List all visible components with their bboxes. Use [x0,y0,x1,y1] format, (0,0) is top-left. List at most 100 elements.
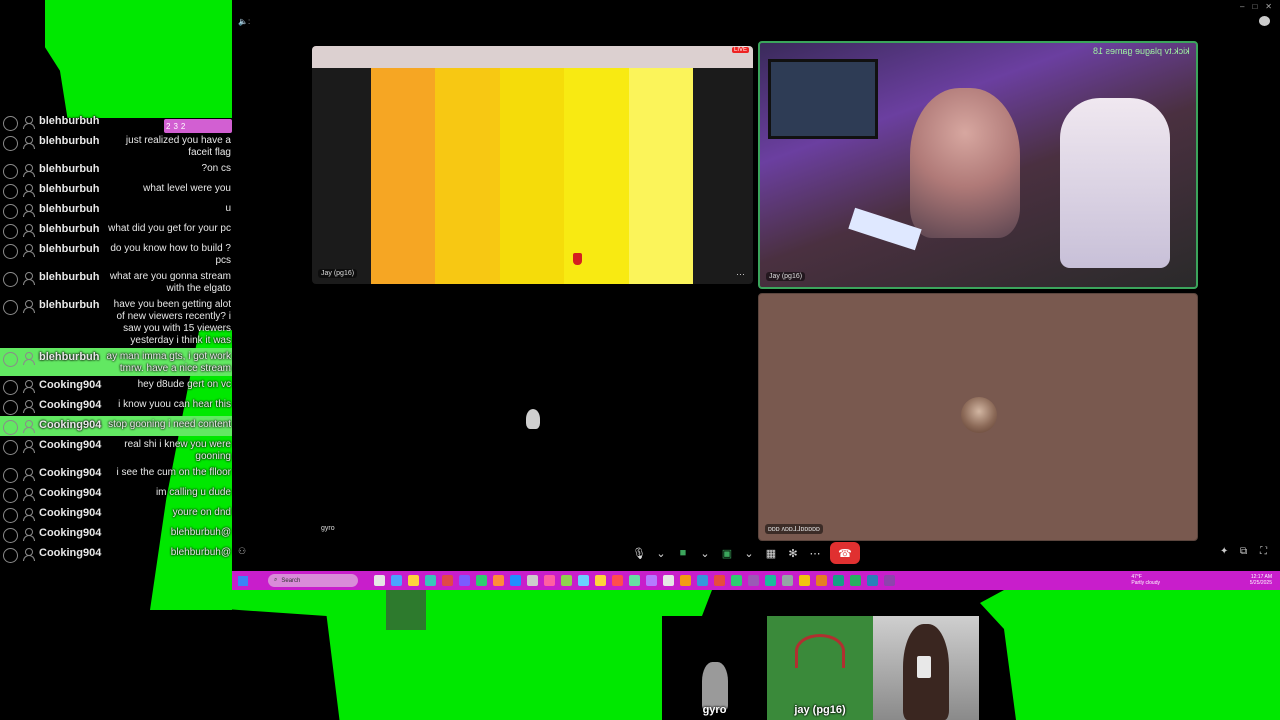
search-placeholder: Search [281,577,301,584]
chat-message: blehburbuh just realized you have a facei… [0,132,232,160]
taskbar-app-icon[interactable] [748,575,759,586]
chevron-down-icon[interactable]: ⌄ [742,546,756,560]
user-icon [23,420,35,433]
taskbar-app-icon[interactable] [544,575,555,586]
taskbar-app-icon[interactable] [782,575,793,586]
speaker-icon[interactable]: 🔈: [238,17,250,26]
taskbar-app-icon[interactable] [391,575,402,586]
more-options-icon[interactable]: ⋯ [736,269,745,280]
chevron-down-icon[interactable]: ⌄ [654,546,668,560]
camera-icon[interactable]: ■ [676,546,690,560]
chat-username: Cooking904 [39,547,102,559]
close-icon[interactable]: ✕ [1265,2,1272,11]
user-icon [23,400,35,413]
chat-message: Cooking904 blehburbuh@ [0,524,232,544]
taskbar-app-icon[interactable] [476,575,487,586]
hang-up-button[interactable]: ☎ [830,542,860,564]
chat-text: do you know how to build ?pcs [110,243,231,266]
activity-icon[interactable]: ⚇ [238,546,246,557]
taskbar-app-icon[interactable] [833,575,844,586]
badge-icon [3,548,18,563]
taskbar-app-icon[interactable] [731,575,742,586]
badge-icon [3,528,18,543]
fullscreen-icon[interactable]: ⛶ [1260,546,1267,557]
taskbar-app-icon[interactable] [799,575,810,586]
taskbar-app-icon[interactable] [408,575,419,586]
tile-label: Jay (pg16) [766,272,806,281]
badge-icon [3,136,18,151]
clock[interactable]: 12:17 AM 5/25/2025 [1250,574,1272,586]
activities-icon[interactable]: ▦ [764,546,778,560]
minimize-icon[interactable]: – [1240,2,1244,11]
taskbar-app-icon[interactable] [527,575,538,586]
microphone-icon[interactable]: 🎙 [632,546,646,560]
chat-username: blehburbuh [39,223,100,235]
avatar-tile[interactable]: ᴅᴅᴅ ᴧᴅᴅ⅃⅃ᴅᴅᴅᴅᴅ [758,293,1198,541]
user-icon [23,300,35,313]
taskbar-app-icon[interactable] [374,575,385,586]
taskbar-app-icon[interactable] [714,575,725,586]
user-icon [23,380,35,393]
taskbar-app-icon[interactable] [595,575,606,586]
taskbar-app-icon[interactable] [612,575,623,586]
taskbar-search[interactable]: ⌕ Search [268,574,358,587]
chat-message: blehburbuh what did you get for your pc [0,220,232,240]
chat-text: hey d8ude gert on vc [137,379,231,390]
start-icon[interactable] [238,575,248,586]
color-stripe [564,68,629,284]
chat-username: blehburbuh [39,271,100,283]
taskbar-app-icon[interactable] [884,575,895,586]
taskbar-app-icon[interactable] [850,575,861,586]
user-icon [23,272,35,285]
popout-icon[interactable]: ⧉ [1240,546,1247,557]
user-icon [23,164,35,177]
screen-share-icon[interactable]: ▣ [720,546,734,560]
taskbar-app-icon[interactable] [425,575,436,586]
chat-text: ?on cs [201,163,231,174]
screen-share-tile[interactable]: LIVE Jay (pg16) ⋯ [312,46,753,284]
taskbar-app-icon[interactable] [510,575,521,586]
chat-username: blehburbuh [39,115,100,127]
chat-overlay: blehburbuh blehburbuh just realized you ha… [0,112,232,564]
chevron-down-icon[interactable]: ⌄ [698,546,712,560]
search-icon: ⌕ [274,577,278,583]
weather-widget[interactable]: 47°F Partly cloudy [1131,574,1160,586]
pin-icon[interactable]: ✦ [1220,546,1228,557]
color-stripe [371,68,436,284]
webcam-person [910,88,1020,238]
taskbar-app-icon[interactable] [578,575,589,586]
taskbar-app-icon[interactable] [442,575,453,586]
taskbar-app-icon[interactable] [629,575,640,586]
taskbar-app-icon[interactable] [816,575,827,586]
webcam-tile[interactable]: kick.tv plague games 18 Jay (pg16) [758,41,1198,289]
chat-username: Cooking904 [39,467,102,479]
user-icon [23,548,35,561]
user-icon [23,440,35,453]
chat-message: blehburbuh have you been getting alot of … [0,296,232,348]
taskbar-app-icon[interactable] [561,575,572,586]
chat-text: just realized you have a faceit flag [125,135,231,158]
maximize-icon[interactable]: □ [1252,2,1257,11]
chat-username: Cooking904 [39,399,102,411]
chat-message: blehburbuh u [0,200,232,220]
chat-bubble-icon[interactable] [1259,16,1270,26]
chat-message: Cooking904 stop gooning i need content [0,416,232,436]
badge-icon [3,224,18,239]
taskbar-app-icon[interactable] [680,575,691,586]
cam-gyro: gyro [662,616,767,720]
gyro-tile[interactable]: gyro [312,293,753,539]
green-screen-bottom-mid [662,590,712,616]
chat-text: i see the cum on the flloor [116,467,231,478]
taskbar-app-icon[interactable] [867,575,878,586]
taskbar-app-icon[interactable] [697,575,708,586]
more-icon[interactable]: ⋯ [808,546,822,560]
badge-icon [3,352,18,367]
taskbar-app-icon[interactable] [646,575,657,586]
chat-username: blehburbuh [39,163,100,175]
user-icon [23,136,35,149]
taskbar-app-icon[interactable] [765,575,776,586]
taskbar-app-icon[interactable] [459,575,470,586]
taskbar-app-icon[interactable] [663,575,674,586]
soundboard-icon[interactable]: ✻ [786,546,800,560]
taskbar-app-icon[interactable] [493,575,504,586]
